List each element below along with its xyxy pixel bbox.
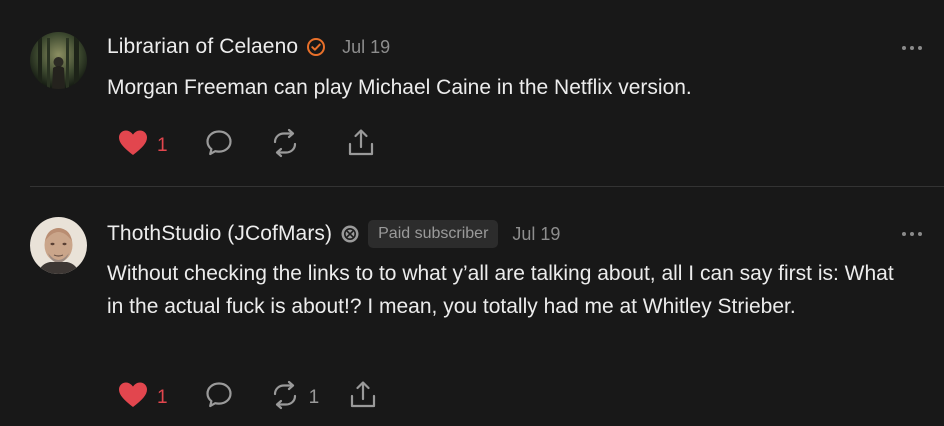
reply-bubble-icon [204,128,234,163]
comment-date[interactable]: Jul 19 [512,224,560,245]
comment-actions: 1 1 [118,380,377,415]
comment-text: Morgan Freeman can play Michael Caine in… [107,76,692,99]
like-count: 1 [157,134,168,156]
share-button[interactable] [349,380,377,415]
paid-subscriber-badge: Paid subscriber [368,220,499,248]
heart-icon [118,381,148,414]
like-count: 1 [157,386,168,408]
like-button[interactable]: 1 [118,129,168,162]
share-icon [349,380,377,415]
more-options-icon[interactable] [902,44,922,52]
reply-bubble-icon [204,380,234,415]
author-avatar[interactable] [30,32,87,89]
comment-actions: 1 [118,128,375,163]
comment-text: Without checking the links to to what y’… [107,262,894,318]
heart-icon [118,129,148,162]
more-options-icon[interactable] [902,230,922,238]
verified-check-icon [306,37,326,57]
restack-button[interactable]: 1 [270,380,320,415]
author-name[interactable]: Librarian of Celaeno [107,35,298,59]
comment-divider [30,186,944,187]
founding-badge-icon [340,224,360,244]
author-name[interactable]: ThothStudio (JCofMars) [107,222,332,246]
like-button[interactable]: 1 [118,381,168,414]
share-icon [347,128,375,163]
comment-date[interactable]: Jul 19 [342,37,390,58]
comment-header: ThothStudio (JCofMars) Paid subscriber J… [107,220,560,248]
restack-icon [270,380,300,415]
author-avatar[interactable] [30,217,87,274]
restack-button[interactable] [270,128,309,163]
comment-header: Librarian of Celaeno Jul 19 [107,35,390,59]
reply-button[interactable] [204,380,234,415]
restack-count: 1 [308,386,320,408]
share-button[interactable] [347,128,375,163]
restack-icon [270,128,300,163]
reply-button[interactable] [204,128,234,163]
